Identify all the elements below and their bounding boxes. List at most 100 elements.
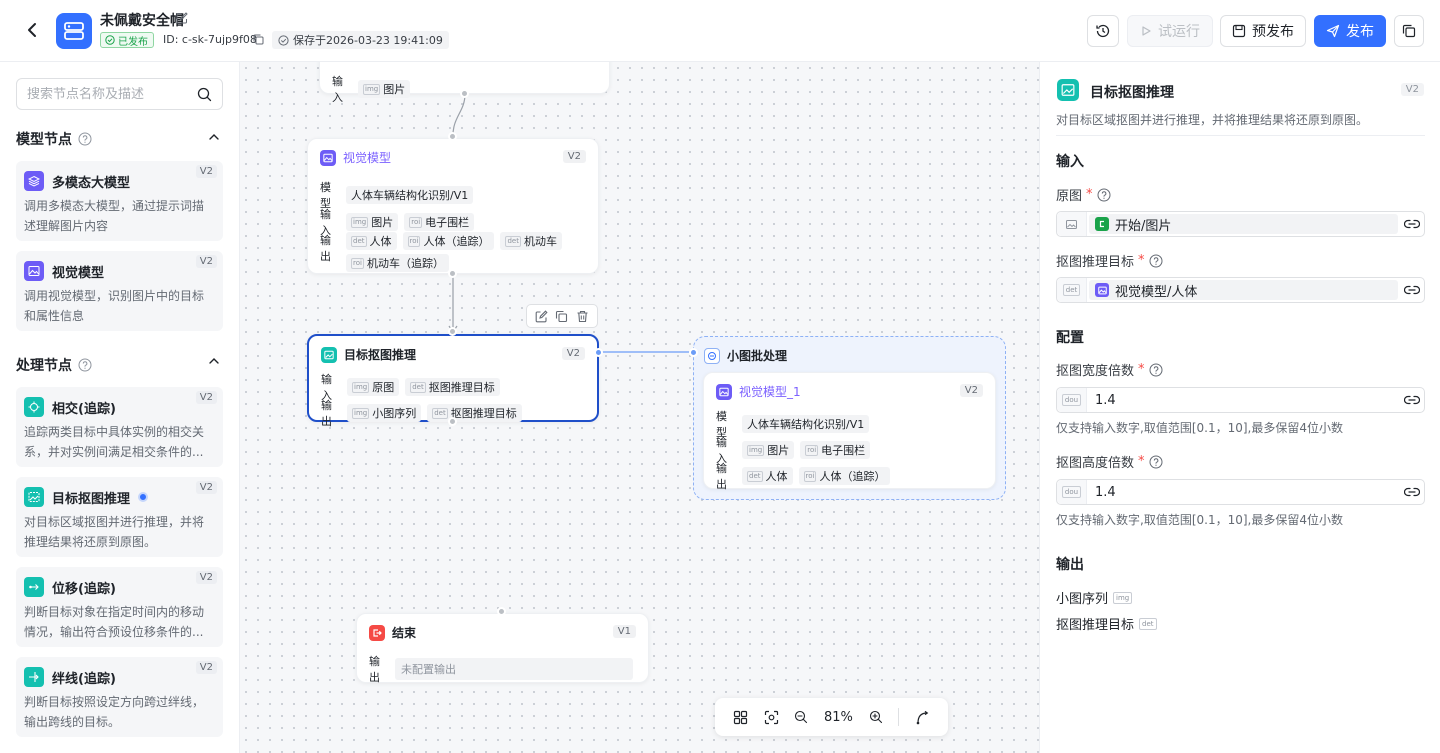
link-icon[interactable]	[1400, 219, 1424, 229]
vision-model-node[interactable]: 视觉模型 V2 模型 人体车辆结构化识别/V1 输入 img 图片 roi 电子围栏…	[307, 138, 599, 274]
io-chip: img 原图	[347, 378, 400, 396]
type-tag: roi	[351, 257, 364, 269]
connector-handle[interactable]	[448, 327, 457, 336]
zoom-toolbar: 81%	[715, 698, 948, 736]
help-circle-icon[interactable]	[78, 358, 92, 372]
node-title: 视觉模型	[343, 151, 392, 165]
workflow-canvas[interactable]: 输入 img 图片 视觉模型 V2 模型 人体车辆结构化识别/V1 输入 img 图…	[240, 62, 1039, 753]
model-node-card-vision[interactable]: V2 视觉模型 调用视觉模型，识别图片中的目标和属性信息	[16, 251, 223, 331]
connector-handle[interactable]	[594, 348, 603, 357]
crop-target-field[interactable]: det 视觉模型/人体	[1056, 277, 1425, 303]
crop-height-value[interactable]: 1.4	[1095, 485, 1116, 500]
crop-inference-node[interactable]: 目标抠图推理 V2 输入 img 原图 det 抠图推理目标 输出 img 小图序列 …	[307, 334, 599, 428]
crop-icon	[24, 487, 44, 507]
version-tag: V2	[195, 165, 217, 178]
model-section-title[interactable]: 模型节点	[16, 129, 92, 149]
vision-model-1-node[interactable]: 视觉模型_1 V2 模型 人体车辆结构化识别/V1 输入 img 图片 roi 电子…	[703, 372, 996, 491]
node-library-panel: 模型节点 V2 多模态大模型 调用多模态大模型，通过提示词描述理解图片内容 V2…	[0, 62, 240, 753]
process-node-card-intersect[interactable]: V2 相交(追踪) 追踪两类目标中具体实例的相交关系，并对实例间满足相交条件的.…	[16, 387, 223, 467]
connector-handle[interactable]	[448, 132, 457, 141]
model-node-card-multimodal[interactable]: V2 多模态大模型 调用多模态大模型，通过提示词描述理解图片内容	[16, 161, 223, 241]
chevron-up-icon[interactable]	[207, 354, 221, 368]
layout-grid-icon[interactable]	[733, 710, 748, 725]
process-node-card-move[interactable]: V2 位移(追踪) 判断目标对象在指定时间内的移动情况，输出符合预设位移条件的.…	[16, 567, 223, 647]
version-tag: V2	[959, 384, 983, 397]
edit-icon[interactable]	[535, 309, 548, 323]
zoom-in-icon[interactable]	[869, 710, 883, 724]
link-icon[interactable]	[1400, 487, 1424, 497]
help-circle-icon[interactable]	[1097, 188, 1111, 202]
back-arrow-icon[interactable]	[22, 20, 42, 40]
crop-width-label: 抠图宽度倍数 *	[1056, 360, 1163, 379]
test-run-button[interactable]: 试运行	[1127, 15, 1213, 47]
io-chip: det 人体	[346, 232, 397, 250]
link-icon[interactable]	[1400, 285, 1424, 295]
fit-view-icon[interactable]	[764, 710, 779, 725]
prepublish-button[interactable]: 预发布	[1220, 15, 1306, 47]
node-card-name: 多模态大模型	[52, 175, 131, 191]
io-chip: det 抠图推理目标	[427, 404, 522, 422]
chip-label: 图片	[371, 216, 394, 229]
edit-title-icon[interactable]	[176, 12, 188, 27]
double-type-icon: dou	[1057, 480, 1087, 504]
layers-icon	[24, 171, 44, 191]
source-image-field[interactable]: 开始/图片	[1056, 211, 1425, 237]
version-tag: V2	[195, 571, 217, 584]
help-circle-icon[interactable]	[1149, 455, 1163, 469]
type-tag: img	[352, 381, 370, 393]
search-icon[interactable]	[197, 87, 212, 102]
link-icon[interactable]	[1400, 395, 1424, 405]
connector-handle[interactable]	[448, 417, 457, 426]
connector-style-icon[interactable]	[915, 710, 930, 725]
publish-button[interactable]: 发布	[1314, 15, 1386, 47]
chip-label: 人体（追踪）	[423, 235, 490, 248]
type-tag: det	[505, 235, 521, 247]
connector-handle[interactable]	[448, 269, 457, 278]
io-label: 输出	[320, 234, 331, 263]
process-node-card-tripwire[interactable]: V2 绊线(追踪) 判断目标按照设定方向跨过绊线，输出跨线的目标。	[16, 657, 223, 737]
prepublish-label: 预发布	[1252, 24, 1294, 40]
crop-height-label: 抠图高度倍数 *	[1056, 452, 1163, 471]
batch-group-node[interactable]: 小图批处理 视觉模型_1 V2 模型 人体车辆结构化识别/V1 输入 img 图片…	[693, 336, 1006, 500]
published-label: 已发布	[118, 36, 148, 48]
end-node[interactable]: 结束 V1 输出 未配置输出	[356, 613, 649, 684]
chip-label: 电子围栏	[425, 216, 470, 229]
crop-height-field[interactable]: dou 1.4	[1056, 479, 1425, 505]
connector-handle[interactable]	[689, 348, 698, 357]
crop-width-field[interactable]: dou 1.4	[1056, 387, 1425, 413]
crop-width-value[interactable]: 1.4	[1095, 393, 1116, 408]
io-chip: roi 电子围栏	[404, 213, 475, 231]
field-label: 原图	[1056, 189, 1083, 204]
zoom-out-icon[interactable]	[794, 710, 808, 724]
output-name: 抠图推理目标	[1056, 618, 1135, 633]
type-tag: det	[351, 235, 367, 247]
node-search-input[interactable]	[27, 86, 197, 102]
connector-handle[interactable]	[460, 89, 469, 98]
chevron-up-icon[interactable]	[207, 130, 221, 144]
chip-label: 人体（追踪）	[819, 470, 886, 483]
app-title: 未佩戴安全帽	[100, 13, 184, 29]
process-section-title[interactable]: 处理节点	[16, 355, 92, 375]
chip-label: 人体	[369, 235, 392, 248]
duplicate-button[interactable]	[1394, 15, 1424, 47]
node-toolbar	[526, 304, 598, 328]
help-circle-icon[interactable]	[1149, 363, 1163, 377]
output-item: 抠图推理目标 det	[1056, 614, 1157, 633]
node-card-name: 相交(追踪)	[52, 401, 116, 417]
history-button[interactable]	[1087, 15, 1119, 47]
version-tag: V2	[1400, 83, 1424, 96]
model-section-label: 模型节点	[16, 132, 72, 148]
connector-handle[interactable]	[497, 607, 506, 616]
help-circle-icon[interactable]	[1149, 254, 1163, 268]
io-chip: roi 电子围栏	[800, 441, 871, 459]
copy-icon[interactable]	[253, 34, 264, 48]
version-tag: V2	[195, 255, 217, 268]
app-logo-icon	[56, 13, 92, 49]
copy-icon[interactable]	[555, 310, 568, 323]
active-dot-icon	[138, 492, 149, 502]
node-search-box[interactable]	[16, 78, 223, 110]
required-mark: *	[1138, 362, 1145, 377]
trash-icon[interactable]	[576, 310, 589, 323]
help-circle-icon[interactable]	[78, 132, 92, 146]
process-node-card-crop[interactable]: V2 目标抠图推理 对目标区域抠图并进行推理，并将推理结果将还原到原图。	[16, 477, 223, 557]
